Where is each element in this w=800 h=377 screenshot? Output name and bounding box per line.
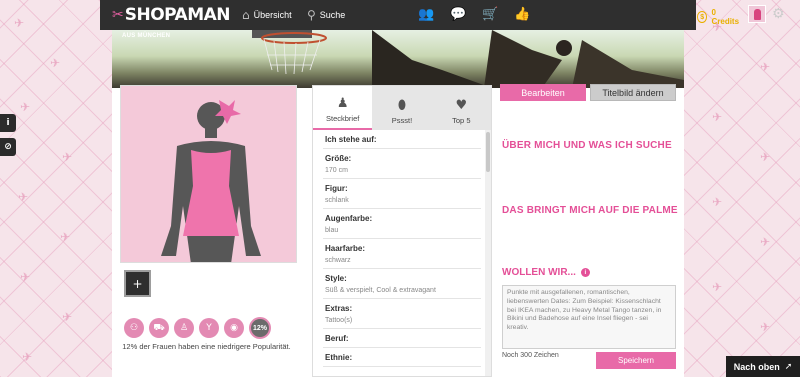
- tab-steckbrief-label: Steckbrief: [325, 114, 360, 123]
- field-value: Tattoo(s): [325, 317, 353, 324]
- info-scrollbar[interactable]: [485, 130, 491, 376]
- field-value: Süß & verspielt, Cool & extravagant: [325, 287, 436, 294]
- change-cover-button[interactable]: Titelbild ändern: [590, 84, 676, 101]
- field-ich-stehe-auf: Ich stehe auf:: [323, 130, 481, 149]
- profile-picture[interactable]: [120, 85, 297, 263]
- coin-icon: $: [697, 11, 708, 23]
- field-beruf: Beruf:: [323, 329, 481, 348]
- field-style: Style: Süß & verspielt, Cool & extravaga…: [323, 269, 481, 299]
- gauge-icon: ⊘: [4, 142, 12, 152]
- profile-fields: Ich stehe auf: Größe: 170 cm Figur: schl…: [313, 130, 491, 367]
- popularity-percent: 12%: [249, 317, 271, 339]
- char-count: Noch 300 Zeichen: [502, 352, 559, 359]
- cart-icon[interactable]: 🛒: [482, 7, 498, 22]
- person-icon: ♙: [174, 318, 194, 338]
- tab-top5-label: Top 5: [452, 116, 471, 125]
- popularity-icons: ⚇ ⛟ ♙ Y ◉ 12%: [124, 317, 271, 339]
- about-heading[interactable]: ÜBER MICH UND WAS ICH SUCHE: [502, 140, 672, 151]
- chat-icon: ◉: [224, 318, 244, 338]
- edit-button[interactable]: Bearbeiten: [500, 84, 586, 101]
- people-icon: ⚇: [124, 318, 144, 338]
- field-label: Ethnie:: [325, 353, 353, 362]
- credits-label: 0 Credits: [711, 8, 740, 26]
- cart-icon: ⛟: [149, 318, 169, 338]
- field-label: Extras:: [325, 304, 353, 313]
- field-value: 170 cm: [325, 167, 348, 174]
- users-icon[interactable]: 👥: [418, 7, 434, 22]
- field-groesse: Größe: 170 cm: [323, 149, 481, 179]
- gear-icon[interactable]: ⚙: [772, 6, 785, 22]
- want-heading-label: WOLLEN WIR...: [502, 267, 576, 278]
- nav-overview-label: Übersicht: [253, 10, 292, 20]
- field-label: Style:: [325, 274, 347, 283]
- search-icon: ⚲: [307, 8, 316, 22]
- speed-side-tab[interactable]: ⊘: [0, 138, 16, 156]
- save-button[interactable]: Speichern: [596, 352, 676, 369]
- info-icon: i: [6, 118, 10, 128]
- logo[interactable]: ✂ SHOPAMAN: [112, 5, 231, 25]
- scroll-top-label: Nach oben: [733, 361, 780, 372]
- credits-button[interactable]: $ 0 Credits: [697, 8, 741, 26]
- field-label: Beruf:: [325, 334, 349, 343]
- field-value: schwarz: [325, 257, 351, 264]
- popularity-text: 12% der Frauen haben eine niedrigere Pop…: [122, 342, 291, 351]
- plus-icon: +: [132, 276, 143, 291]
- profile-tabs: ♟ Steckbrief ⬮ Pssst! ♥ Top 5: [313, 86, 491, 130]
- chat-icon[interactable]: 💬: [450, 7, 466, 22]
- nav-overview[interactable]: ⌂ Übersicht: [242, 8, 292, 22]
- tab-pssst-label: Pssst!: [391, 116, 413, 125]
- info-side-tab[interactable]: i: [0, 114, 16, 132]
- field-value: blau: [325, 227, 339, 234]
- home-icon: ⌂: [242, 8, 250, 22]
- tab-steckbrief[interactable]: ♟ Steckbrief: [313, 86, 373, 130]
- heart-icon: ♥: [455, 98, 468, 113]
- field-ethnie: Ethnie:: [323, 348, 481, 367]
- scroll-top-button[interactable]: Nach oben ➚: [726, 356, 800, 377]
- field-haarfarbe: Haarfarbe: schwarz: [323, 239, 481, 269]
- tab-pssst[interactable]: ⬮ Pssst!: [372, 86, 431, 130]
- field-label: Haarfarbe:: [325, 244, 366, 253]
- field-augenfarbe: Augenfarbe: blau: [323, 209, 481, 239]
- add-photo-button[interactable]: +: [124, 270, 151, 297]
- field-label: Größe:: [325, 154, 352, 163]
- profile-panel: AUS MÜNCHEN Bearbeiten Titelbild ändern …: [112, 30, 684, 377]
- lemon-icon: ⬮: [397, 98, 407, 113]
- top-navigation-bar: ✂ SHOPAMAN ⌂ Übersicht ⚲ Suche 👥 💬 🛒 👍 $…: [100, 0, 785, 30]
- basketball-hoop-image: [252, 30, 684, 88]
- logo-text: SHOPAMAN: [124, 5, 231, 25]
- info-icon[interactable]: i: [580, 268, 590, 277]
- want-heading: WOLLEN WIR... i: [502, 267, 590, 278]
- field-value: schlank: [325, 197, 349, 204]
- cocktail-icon: Y: [199, 318, 219, 338]
- user-avatar[interactable]: [748, 5, 766, 23]
- field-label: Ich stehe auf:: [325, 135, 377, 144]
- annoy-heading[interactable]: DAS BRINGT MICH AUF DIE PALME: [502, 205, 678, 216]
- field-label: Augenfarbe:: [325, 214, 373, 223]
- arrow-up-icon: ➚: [784, 361, 793, 372]
- nav-search[interactable]: ⚲ Suche: [307, 8, 345, 22]
- profile-info-card: ♟ Steckbrief ⬮ Pssst! ♥ Top 5 Ich stehe …: [312, 85, 492, 377]
- location-label: AUS MÜNCHEN: [122, 33, 171, 39]
- field-figur: Figur: schlank: [323, 179, 481, 209]
- wollen-textarea[interactable]: Punkte mit ausgefallenen, romantischen, …: [502, 285, 676, 349]
- tab-top5[interactable]: ♥ Top 5: [432, 86, 491, 130]
- field-label: Figur:: [325, 184, 348, 193]
- female-silhouette-image: [161, 100, 261, 262]
- cover-image: AUS MÜNCHEN: [112, 30, 684, 88]
- user-icon: ♟: [336, 96, 349, 111]
- field-extras: Extras: Tattoo(s): [323, 299, 481, 329]
- nav-search-label: Suche: [319, 10, 346, 20]
- logo-figure-icon: ✂: [112, 7, 124, 23]
- thumbs-up-icon[interactable]: 👍: [514, 7, 530, 22]
